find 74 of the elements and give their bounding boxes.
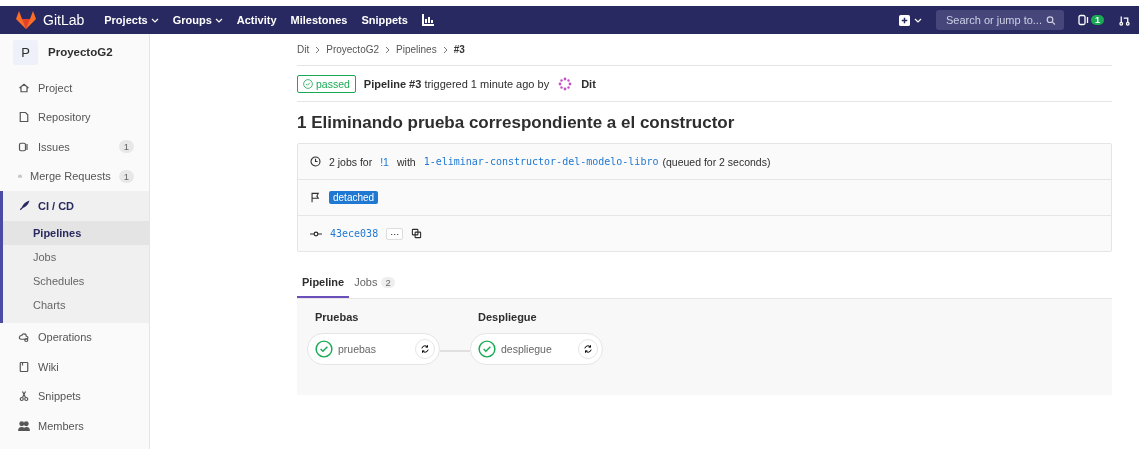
- issues-icon[interactable]: [1078, 14, 1090, 26]
- merge-request-link[interactable]: !1: [380, 155, 389, 168]
- project-name[interactable]: ProyectoG2: [48, 46, 113, 58]
- branch-link[interactable]: 1-eliminar-constructor-del-modelo-libro: [423, 156, 659, 167]
- chevron-down-icon: [914, 16, 922, 24]
- cloud-icon: [18, 331, 30, 344]
- commit-title: 1 Eliminando prueba correspondiente a el constructor: [297, 113, 736, 133]
- user-avatar-icon[interactable]: [557, 75, 574, 92]
- house-icon: [18, 81, 30, 94]
- sidebar-item[interactable]: Wiki: [0, 352, 149, 382]
- stage-name: Pruebas: [314, 310, 360, 325]
- sidebar-item[interactable]: Merge Requests 1: [0, 161, 149, 191]
- expand-button[interactable]: ···: [386, 227, 404, 240]
- nav-link[interactable]: Projects: [104, 14, 159, 26]
- search-icon: [1046, 14, 1056, 26]
- check-circle-icon: [303, 78, 313, 89]
- stage-name: Despliegue: [477, 310, 538, 325]
- rocket-icon: [18, 199, 30, 212]
- scissors-icon: [18, 390, 30, 403]
- nav-link[interactable]: Activity: [236, 14, 277, 26]
- search-field[interactable]: Search or jump to...: [936, 10, 1064, 30]
- tab[interactable]: Jobs 2: [349, 268, 400, 298]
- job-pill[interactable]: pruebas: [307, 333, 440, 365]
- queued-text: (queued for 2 seconds): [662, 155, 771, 168]
- flag-icon: [310, 192, 321, 203]
- sidebar-subitem[interactable]: Jobs: [3, 244, 149, 269]
- retry-button[interactable]: [578, 339, 598, 359]
- sidebar-subitem[interactable]: Pipelines: [3, 220, 149, 245]
- chevron-down-icon: [150, 16, 159, 24]
- book-icon: [18, 360, 30, 373]
- sidebar-item[interactable]: Members: [0, 411, 149, 441]
- retry-icon: [583, 344, 593, 354]
- sidebar-item[interactable]: Snippets: [0, 381, 149, 411]
- chart-icon[interactable]: [421, 14, 434, 26]
- sidebar-item[interactable]: Project: [0, 73, 149, 103]
- with-text: with: [396, 155, 416, 168]
- sidebar-subitem[interactable]: Charts: [3, 292, 149, 317]
- chevron-right-icon: [385, 45, 391, 54]
- breadcrumb-link[interactable]: Dit: [297, 44, 310, 55]
- retry-button[interactable]: [415, 339, 435, 359]
- clock-icon: [310, 156, 321, 167]
- user-name[interactable]: Dit: [581, 77, 596, 90]
- detached-tag: detached: [329, 191, 379, 204]
- nav-link[interactable]: Snippets: [361, 14, 408, 26]
- sidebar-item[interactable]: Operations: [0, 322, 149, 352]
- pipeline-summary: Pipeline #3 triggered 1 minute ago by: [363, 77, 550, 90]
- issues-icon: [18, 140, 30, 153]
- chevron-down-icon: [214, 16, 223, 24]
- sidebar-item[interactable]: Repository: [0, 102, 149, 132]
- sidebar-subitem[interactable]: Schedules: [3, 268, 149, 293]
- chevron-right-icon: [442, 45, 448, 54]
- fox-logo-icon[interactable]: [16, 11, 36, 29]
- count-badge: 2: [381, 276, 395, 288]
- plus-square-icon[interactable]: [899, 14, 910, 26]
- brand-name[interactable]: GitLab: [43, 12, 85, 28]
- chevron-right-icon: [315, 45, 321, 54]
- jobs-text: 2 jobs for: [329, 155, 373, 168]
- breadcrumb-current[interactable]: #3: [453, 44, 465, 55]
- retry-icon: [420, 344, 430, 354]
- count-badge: 1: [118, 169, 134, 183]
- job-pill[interactable]: despliegue: [470, 333, 603, 365]
- check-circle-icon: [478, 340, 496, 358]
- count-badge: 1: [118, 140, 134, 154]
- nav-link[interactable]: Milestones: [290, 14, 348, 26]
- sidebar-item[interactable]: Issues 1: [0, 132, 149, 162]
- breadcrumb-link[interactable]: ProyectoG2: [326, 44, 380, 55]
- breadcrumb-link[interactable]: Pipelines: [396, 44, 437, 55]
- users-icon: [18, 419, 30, 432]
- project-avatar[interactable]: P: [13, 39, 38, 65]
- document-icon: [18, 111, 30, 124]
- check-circle-icon: [315, 340, 333, 358]
- copy-icon: [411, 228, 423, 239]
- nav-link[interactable]: Groups: [172, 14, 223, 26]
- commit-link[interactable]: 43ece038: [330, 228, 379, 239]
